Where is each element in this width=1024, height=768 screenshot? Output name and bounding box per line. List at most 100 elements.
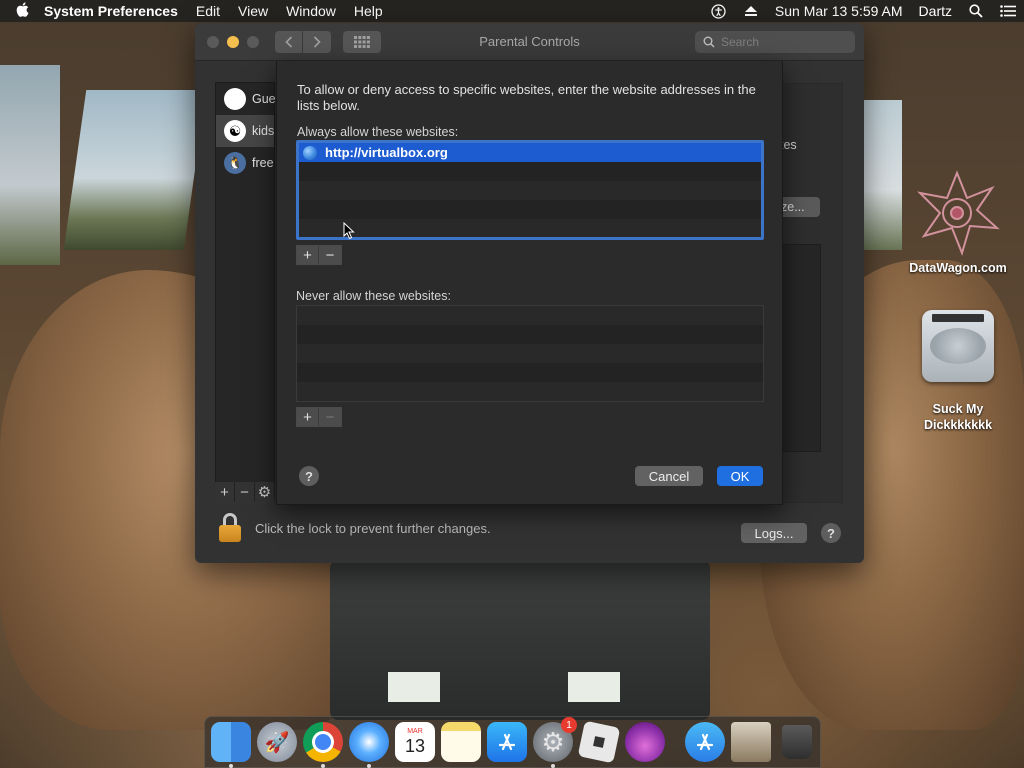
menu-edit[interactable]: Edit: [196, 3, 220, 19]
empty-row[interactable]: [297, 363, 763, 382]
grid-icon: [354, 35, 370, 48]
guest-avatar: [224, 88, 246, 110]
remove-user-button[interactable]: −: [235, 482, 255, 502]
allowed-site-url: http://virtualbox.org: [325, 145, 448, 160]
cancel-button[interactable]: Cancel: [635, 466, 703, 486]
empty-row[interactable]: [297, 382, 763, 401]
never-list-buttons: + −: [296, 407, 342, 427]
trash-icon[interactable]: [777, 722, 817, 762]
calendar-icon[interactable]: MAR 13: [395, 722, 435, 762]
gear-icon[interactable]: ⚙: [255, 482, 275, 502]
close-button[interactable]: [207, 35, 219, 48]
empty-row[interactable]: [299, 181, 761, 200]
allow-list-label: Always allow these websites:: [297, 125, 459, 139]
website-restrictions-sheet: To allow or deny access to specific webs…: [276, 61, 783, 505]
menu-clock[interactable]: Sun Mar 13 5:59 AM: [775, 3, 903, 19]
search-input[interactable]: [721, 35, 831, 49]
zoom-button[interactable]: [247, 35, 259, 48]
app-store-icon[interactable]: [487, 722, 527, 762]
penguin-avatar-icon: 🐧: [224, 152, 246, 174]
user-row-guest[interactable]: Gue: [216, 83, 276, 115]
back-button[interactable]: [275, 30, 303, 53]
safari-compass-icon[interactable]: [349, 722, 389, 768]
lock-area: Click the lock to prevent further change…: [219, 513, 491, 543]
user-list: Gue ☯ kids 🐧 free: [215, 82, 276, 504]
user-name: kids: [252, 124, 275, 138]
never-list-label: Never allow these websites:: [296, 289, 451, 303]
remove-blocked-site-button[interactable]: −: [319, 408, 341, 426]
system-preferences-gear-icon[interactable]: ⚙ 1: [533, 717, 577, 768]
launchpad-rocket-icon[interactable]: 🚀: [257, 722, 297, 762]
blocked-websites-list[interactable]: [296, 305, 764, 402]
calendar-day: 13: [404, 735, 426, 756]
chrome-icon[interactable]: [303, 722, 343, 768]
lock-icon[interactable]: [219, 513, 241, 543]
user-name: Gue: [252, 92, 276, 106]
calendar-month: MAR: [407, 727, 423, 735]
logs-button[interactable]: Logs...: [741, 523, 807, 543]
empty-row[interactable]: [297, 344, 763, 363]
datawagon-label[interactable]: DataWagon.com: [898, 261, 1018, 275]
wallpaper-window: [0, 65, 60, 265]
tor-browser-icon[interactable]: [625, 722, 665, 762]
empty-row[interactable]: [297, 325, 763, 344]
empty-row[interactable]: [299, 200, 761, 219]
lock-message: Click the lock to prevent further change…: [255, 520, 491, 536]
menu-user[interactable]: Dartz: [919, 3, 952, 19]
search-icon: [703, 36, 715, 48]
apple-menu-icon[interactable]: [8, 1, 36, 21]
hard-disk-icon[interactable]: [922, 310, 994, 382]
menu-bar: System Preferences Edit View Window Help…: [0, 0, 1024, 22]
notes-icon[interactable]: [441, 722, 481, 762]
accessibility-icon[interactable]: [711, 3, 727, 19]
search-field[interactable]: [695, 31, 855, 53]
window-controls: [207, 35, 259, 48]
menu-help[interactable]: Help: [354, 3, 383, 19]
wallpaper-screen: [568, 672, 620, 702]
panel-list: [781, 244, 821, 452]
empty-row[interactable]: [299, 162, 761, 181]
show-all-button[interactable]: [343, 30, 381, 53]
menu-app-name[interactable]: System Preferences: [44, 3, 178, 19]
sheet-help-button[interactable]: ?: [299, 466, 319, 486]
finder-icon[interactable]: [211, 722, 251, 768]
app-store-download-icon[interactable]: [685, 722, 725, 762]
empty-row[interactable]: [297, 306, 763, 325]
wallpaper-window: [862, 100, 902, 250]
wallpaper-console: [330, 560, 710, 720]
forward-button[interactable]: [303, 30, 331, 53]
user-name: free: [252, 156, 274, 170]
nav-buttons: [275, 30, 331, 53]
ok-button[interactable]: OK: [717, 466, 763, 486]
add-allowed-site-button[interactable]: +: [297, 246, 319, 264]
eject-icon[interactable]: [743, 3, 759, 19]
allow-list-buttons: + −: [296, 245, 342, 265]
sheet-instructions: To allow or deny access to specific webs…: [297, 82, 756, 113]
menu-window[interactable]: Window: [286, 3, 336, 19]
user-row-kids[interactable]: ☯ kids: [216, 115, 274, 147]
menu-view[interactable]: View: [238, 3, 268, 19]
allowed-site-row[interactable]: http://virtualbox.org: [299, 143, 761, 162]
title-bar[interactable]: Parental Controls: [195, 23, 864, 61]
disk-label[interactable]: Suck My Dickkkkkkk: [900, 401, 1016, 433]
spotlight-search-icon[interactable]: [968, 3, 984, 19]
dock: 🚀 MAR 13 ⚙ 1: [204, 716, 821, 768]
empty-row[interactable]: [299, 219, 761, 237]
add-blocked-site-button[interactable]: +: [297, 408, 319, 426]
roblox-icon[interactable]: [577, 720, 621, 764]
datawagon-logo-icon[interactable]: [912, 168, 1002, 258]
notification-badge: 1: [561, 717, 577, 733]
chevron-right-icon: [313, 35, 321, 48]
allowed-websites-list[interactable]: http://virtualbox.org: [296, 140, 764, 240]
remove-allowed-site-button[interactable]: −: [319, 246, 341, 264]
wallpaper-window: [63, 90, 207, 250]
user-list-buttons: + − ⚙: [215, 482, 275, 504]
help-button[interactable]: ?: [821, 523, 841, 543]
user-row-free[interactable]: 🐧 free: [216, 147, 274, 179]
notification-center-icon[interactable]: [1000, 3, 1016, 19]
globe-icon: [303, 145, 317, 160]
minimize-button[interactable]: [227, 35, 239, 48]
yin-yang-avatar-icon: ☯: [224, 120, 246, 142]
add-user-button[interactable]: +: [215, 482, 235, 502]
documents-folder-icon[interactable]: [731, 722, 771, 762]
